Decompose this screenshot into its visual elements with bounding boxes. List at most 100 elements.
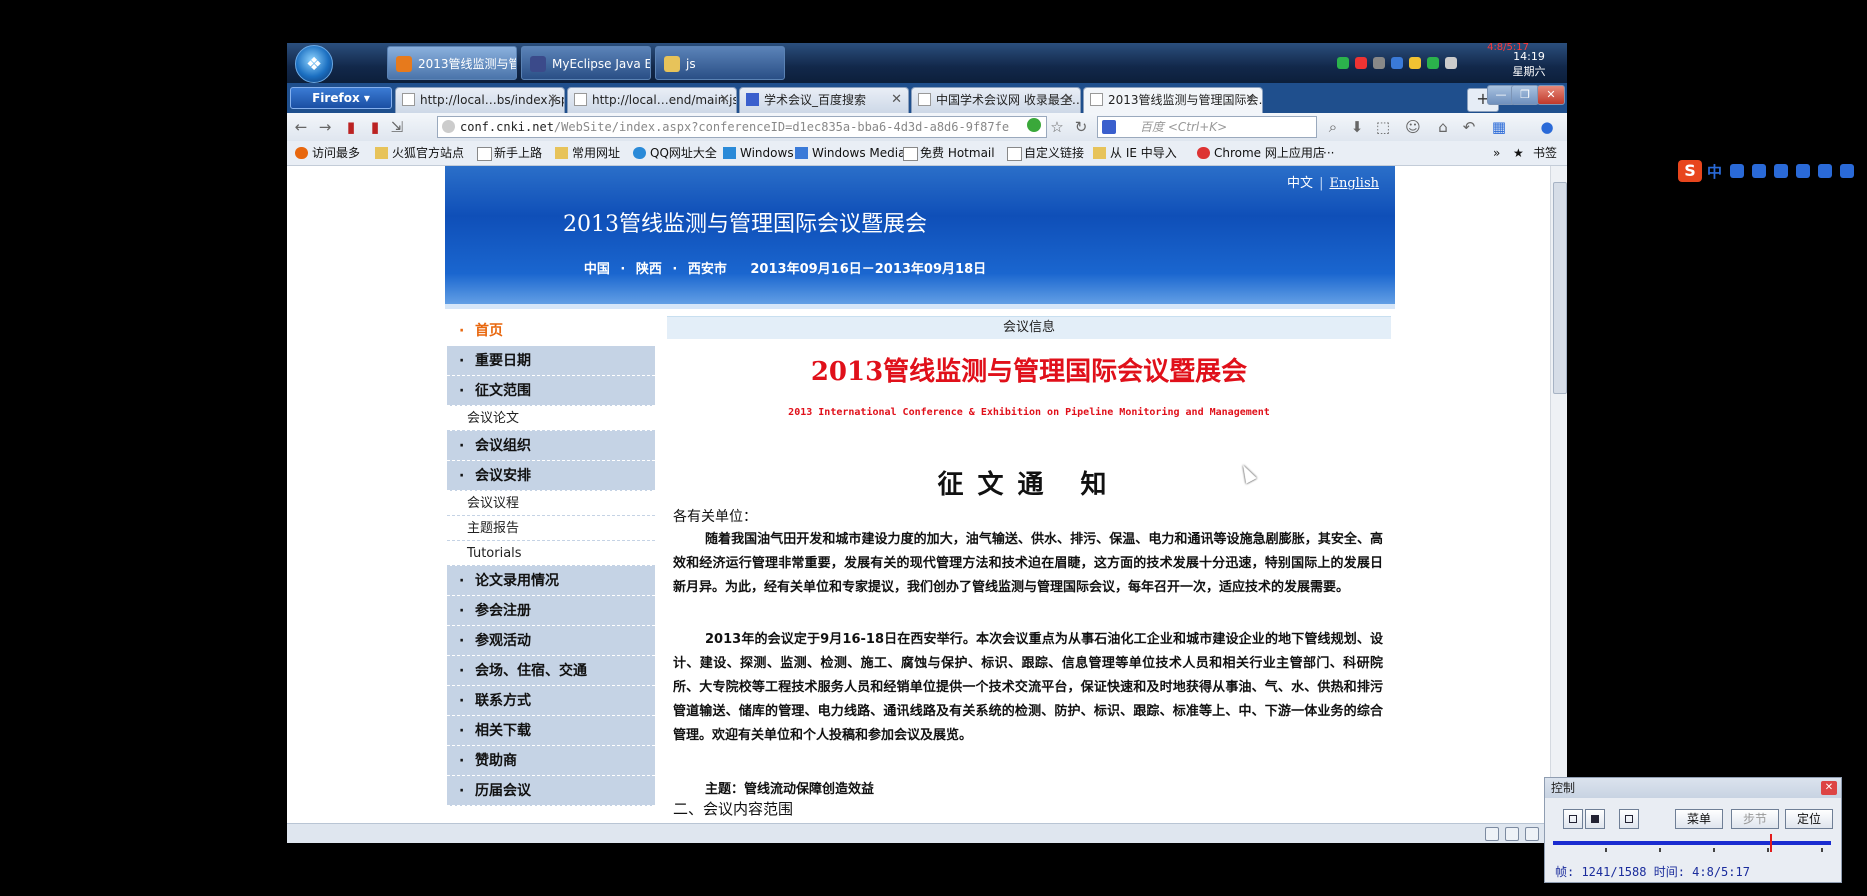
menu-item-14[interactable]: · 相关下载 (447, 716, 655, 746)
network-icon[interactable] (1337, 57, 1349, 69)
menu-button[interactable]: 菜单 (1675, 809, 1723, 829)
tab-main-jsp[interactable]: http://local…end/main.jsp ✕ (567, 87, 737, 113)
menu-item-7[interactable]: 主题报告 (447, 516, 655, 541)
menu-item-4[interactable]: · 会议组织 (447, 431, 655, 461)
next-frame-button[interactable] (1619, 809, 1639, 829)
close-icon[interactable]: ✕ (547, 88, 558, 112)
taskbar-item-folder[interactable]: js (655, 46, 785, 80)
menu-item-8[interactable]: Tutorials (447, 541, 655, 566)
playback-track[interactable] (1553, 841, 1831, 845)
close-icon[interactable]: ✕ (719, 88, 730, 112)
bookmark-item[interactable]: 从 IE 中导入 (1093, 145, 1177, 161)
bookmarks-overflow[interactable]: » (1493, 145, 1500, 161)
page-info-icon[interactable] (1485, 827, 1499, 841)
history-icon[interactable]: ↶ (1459, 117, 1479, 137)
menu-item-0[interactable]: · 首页 (447, 316, 655, 346)
close-icon[interactable]: ✕ (1063, 88, 1074, 112)
close-icon[interactable]: ✕ (1245, 88, 1256, 112)
bluetooth-icon[interactable] (1391, 57, 1403, 69)
bookmark-item[interactable]: Windows (723, 145, 794, 161)
close-window-button[interactable]: ✕ (1537, 85, 1565, 105)
skin-icon[interactable] (1818, 164, 1832, 178)
taskbar-item-myeclipse[interactable]: MyEclipse Java E... (521, 46, 651, 80)
keyboard-icon[interactable] (1796, 164, 1810, 178)
back-icon[interactable]: ← (291, 117, 311, 137)
add-icon[interactable] (1427, 57, 1439, 69)
magnifier-icon[interactable]: ⌕ (1323, 117, 1343, 137)
menu-item-10[interactable]: · 参会注册 (447, 596, 655, 626)
menu-item-16[interactable]: · 历届会议 (447, 776, 655, 806)
close-icon[interactable]: ✕ (1821, 781, 1837, 795)
locate-button[interactable]: 定位 (1785, 809, 1833, 829)
tab-baidu-search[interactable]: 学术会议_百度搜索 ✕ (739, 87, 909, 113)
reload-icon[interactable]: ↻ (1071, 117, 1091, 137)
volume-icon[interactable] (1445, 57, 1457, 69)
emoji-icon[interactable] (1752, 164, 1766, 178)
download-icon[interactable]: ⬇ (1347, 117, 1367, 137)
menu-item-11[interactable]: · 参观活动 (447, 626, 655, 656)
menu-item-13[interactable]: · 联系方式 (447, 686, 655, 716)
close-icon[interactable]: ✕ (891, 88, 902, 112)
home-icon[interactable]: ⌂ (1433, 117, 1453, 137)
lang-en-link[interactable]: English (1329, 176, 1379, 191)
restore-button[interactable]: ❐ (1511, 85, 1539, 105)
page-action-icon[interactable]: ⇲ (387, 117, 407, 137)
menu-item-1[interactable]: · 重要日期 (447, 346, 655, 376)
bookmark-item[interactable]: 常用网址 (555, 145, 620, 161)
step-button[interactable]: 步节 (1731, 809, 1779, 829)
menu-item-3[interactable]: 会议论文 (447, 406, 655, 431)
scroll-thumb[interactable] (1553, 182, 1567, 394)
keyboard-icon[interactable] (1373, 57, 1385, 69)
tab-index-jsp[interactable]: http://local…bs/index.jsp ✕ (395, 87, 565, 113)
qq-icon[interactable] (1409, 57, 1421, 69)
bookmark-item[interactable]: ··· (1323, 145, 1334, 161)
bookmark-item[interactable]: 火狐官方站点 (375, 145, 464, 161)
bookmark-item[interactable]: 新手上路 (477, 145, 542, 161)
microphone-icon[interactable] (1774, 164, 1788, 178)
tab-conference-site[interactable]: 2013管线监测与管理国际会… ✕ (1083, 87, 1263, 113)
firefox-menu-button[interactable]: Firefox ▾ (290, 87, 392, 109)
bookmark-item[interactable]: 自定义链接 (1007, 145, 1084, 161)
pause-button[interactable] (1563, 809, 1583, 829)
forward-icon[interactable]: → (315, 117, 335, 137)
go-icon[interactable] (1027, 118, 1041, 132)
punctuation-icon[interactable] (1730, 164, 1744, 178)
menu-item-12[interactable]: · 会场、住宿、交通 (447, 656, 655, 686)
sync-icon[interactable]: ● (1537, 117, 1557, 137)
search-engine-icon[interactable] (1102, 120, 1116, 134)
reader-icon[interactable]: ▮ (365, 117, 385, 137)
flag-icon[interactable] (1525, 827, 1539, 841)
addon-icon[interactable]: ☺ (1403, 117, 1423, 137)
star-icon[interactable]: ☆ (1047, 117, 1067, 137)
tab-conference-net[interactable]: 中国学术会议网 收录最全… ✕ (911, 87, 1081, 113)
vertical-scrollbar[interactable] (1550, 166, 1567, 823)
start-button[interactable]: ❖ (295, 45, 333, 83)
bookmark-item[interactable]: 访问最多 (295, 145, 360, 161)
tools-icon[interactable] (1840, 164, 1854, 178)
site-identity-icon[interactable] (442, 120, 455, 133)
sogou-icon[interactable]: S (1678, 160, 1702, 182)
apps-icon[interactable]: ▦ (1489, 117, 1509, 137)
menu-item-9[interactable]: · 论文录用情况 (447, 566, 655, 596)
bookmark-item[interactable]: 免费 Hotmail (903, 145, 995, 161)
url-bar[interactable]: conf.cnki.net/WebSite/index.aspx?confere… (437, 116, 1047, 138)
playback-position[interactable] (1769, 834, 1772, 852)
bookmarks-menu[interactable]: 书签 (1533, 145, 1557, 161)
lang-zh-link[interactable]: 中文 (1287, 176, 1313, 191)
menu-item-15[interactable]: · 赞助商 (447, 746, 655, 776)
search-input[interactable]: 百度 <Ctrl+K> (1097, 116, 1317, 138)
clock[interactable]: 14:19 星期六 (1499, 49, 1559, 79)
ime-mode[interactable]: 中 (1707, 161, 1722, 182)
bookmark-item[interactable]: QQ网址大全 (633, 145, 717, 161)
bookmark-book-icon[interactable]: ▮ (341, 117, 361, 137)
tools-icon[interactable] (1505, 827, 1519, 841)
bookmark-item[interactable]: Chrome 网上应用店 (1197, 145, 1325, 161)
menu-item-6[interactable]: 会议议程 (447, 491, 655, 516)
security-icon[interactable] (1355, 57, 1367, 69)
stop-button[interactable] (1585, 809, 1605, 829)
menu-item-5[interactable]: · 会议安排 (447, 461, 655, 491)
taskbar-item-firefox[interactable]: 2013管线监测与管... (387, 46, 517, 80)
screenshot-icon[interactable]: ⬚ (1373, 117, 1393, 137)
bookmark-item[interactable]: Windows Media (795, 145, 905, 161)
menu-item-2[interactable]: · 征文范围 (447, 376, 655, 406)
